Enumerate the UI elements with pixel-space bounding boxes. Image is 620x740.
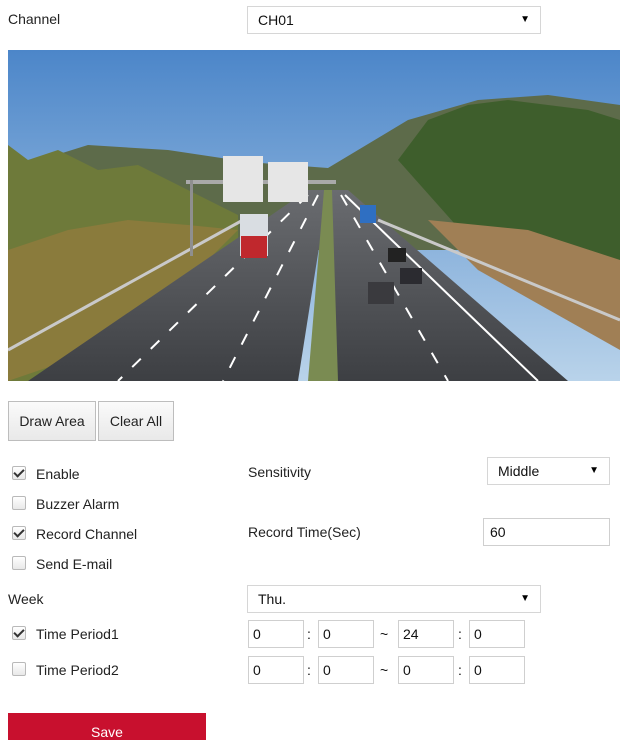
- time-colon: :: [458, 626, 462, 642]
- channel-select[interactable]: CH01 ▼: [247, 6, 541, 34]
- time-period2-start-minute[interactable]: [318, 656, 374, 684]
- record-time-input[interactable]: [483, 518, 610, 546]
- time-colon: :: [307, 626, 311, 642]
- enable-label: Enable: [36, 466, 80, 482]
- send-email-label: Send E-mail: [36, 556, 113, 572]
- highway-scene-image: [8, 50, 620, 381]
- send-email-checkbox[interactable]: [12, 556, 26, 570]
- week-label: Week: [8, 591, 44, 607]
- buzzer-alarm-label: Buzzer Alarm: [36, 496, 120, 512]
- buzzer-alarm-checkbox[interactable]: [12, 496, 26, 510]
- sensitivity-select-value: Middle: [498, 463, 540, 479]
- time-period1-start-hour[interactable]: [248, 620, 304, 648]
- channel-label: Channel: [8, 11, 61, 27]
- week-select[interactable]: Thu. ▼: [247, 585, 541, 613]
- record-time-label: Record Time(Sec): [248, 524, 361, 540]
- time-colon: :: [458, 662, 462, 678]
- record-channel-checkbox[interactable]: [12, 526, 26, 540]
- record-channel-label: Record Channel: [36, 526, 138, 542]
- time-period2-end-minute[interactable]: [469, 656, 525, 684]
- sensitivity-select[interactable]: Middle ▼: [487, 457, 610, 485]
- time-period1-checkbox[interactable]: [12, 626, 26, 640]
- time-period1-end-minute[interactable]: [469, 620, 525, 648]
- camera-preview[interactable]: [8, 50, 620, 381]
- channel-select-value: CH01: [258, 12, 294, 28]
- save-button[interactable]: Save: [8, 713, 206, 740]
- time-period1-label: Time Period1: [36, 626, 119, 642]
- week-select-value: Thu.: [258, 591, 287, 607]
- caret-down-icon: ▼: [589, 465, 599, 476]
- draw-area-button[interactable]: Draw Area: [8, 401, 96, 441]
- time-period1-end-hour[interactable]: [398, 620, 454, 648]
- clear-all-button[interactable]: Clear All: [98, 401, 174, 441]
- caret-down-icon: ▼: [520, 14, 530, 25]
- time-period2-label: Time Period2: [36, 662, 119, 678]
- time-colon: :: [307, 662, 311, 678]
- caret-down-icon: ▼: [520, 593, 530, 604]
- sensitivity-label: Sensitivity: [248, 464, 312, 480]
- time-tilde: ~: [380, 662, 389, 678]
- time-period2-checkbox[interactable]: [12, 662, 26, 676]
- time-period2-start-hour[interactable]: [248, 656, 304, 684]
- time-period1-start-minute[interactable]: [318, 620, 374, 648]
- enable-checkbox[interactable]: [12, 466, 26, 480]
- time-period2-end-hour[interactable]: [398, 656, 454, 684]
- time-tilde: ~: [380, 626, 389, 642]
